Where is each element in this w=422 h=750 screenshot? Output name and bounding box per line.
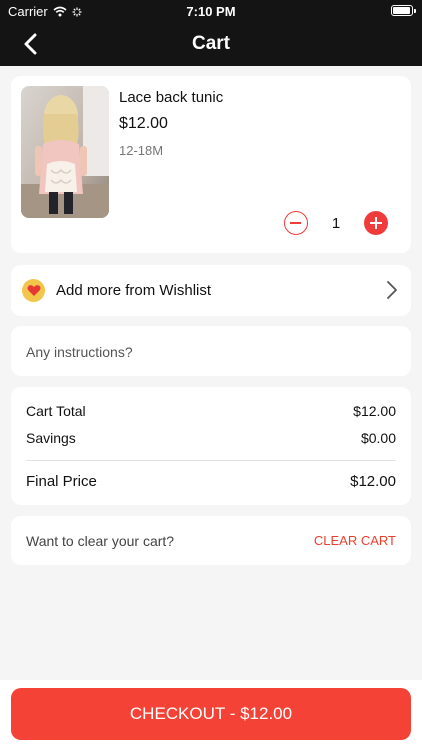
- page-title: Cart: [191, 33, 230, 54]
- header: Carrier 7:10 PM Cart: [0, 0, 422, 66]
- savings-value: $0.00: [360, 430, 396, 446]
- product-photo: [21, 86, 109, 218]
- wishlist-row[interactable]: Add more from Wishlist: [11, 265, 411, 316]
- chevron-right-icon: [387, 281, 397, 299]
- savings-row: Savings $0.00: [26, 430, 396, 446]
- quantity-stepper: 1: [284, 211, 388, 235]
- quantity-value: 1: [331, 214, 341, 232]
- instructions-input[interactable]: [26, 344, 386, 360]
- battery-icon: [391, 5, 416, 16]
- product-image[interactable]: [21, 86, 109, 218]
- nav-bar: Cart: [0, 22, 422, 66]
- product-size: 12-18M: [119, 143, 164, 158]
- cart-item-card: Lace back tunic $12.00 12-18M 1: [11, 76, 411, 253]
- clear-cart-card: Want to clear your cart? CLEAR CART: [11, 516, 411, 565]
- clear-cart-question: Want to clear your cart?: [26, 533, 175, 549]
- cart-total-row: Cart Total $12.00: [26, 403, 396, 419]
- cart-total-label: Cart Total: [26, 403, 86, 419]
- product-name[interactable]: Lace back tunic: [119, 89, 223, 106]
- decrease-quantity-button[interactable]: [284, 211, 308, 235]
- clear-cart-button[interactable]: CLEAR CART: [314, 533, 396, 548]
- checkout-button[interactable]: CHECKOUT - $12.00: [11, 688, 411, 740]
- increase-quantity-button[interactable]: [364, 211, 388, 235]
- wishlist-label: Add more from Wishlist: [56, 282, 212, 299]
- divider: [26, 460, 396, 461]
- instructions-card: [11, 326, 411, 376]
- final-price-value: $12.00: [350, 473, 396, 490]
- product-price: $12.00: [119, 115, 168, 132]
- status-bar: Carrier 7:10 PM: [0, 0, 422, 22]
- final-price-label: Final Price: [26, 473, 97, 490]
- savings-label: Savings: [26, 430, 76, 446]
- heart-icon: [22, 279, 45, 302]
- final-price-row: Final Price $12.00: [26, 473, 396, 490]
- status-time: 7:10 PM: [186, 4, 236, 19]
- price-summary: Cart Total $12.00 Savings $0.00 Final Pr…: [11, 387, 411, 505]
- cart-total-value: $12.00: [353, 403, 396, 419]
